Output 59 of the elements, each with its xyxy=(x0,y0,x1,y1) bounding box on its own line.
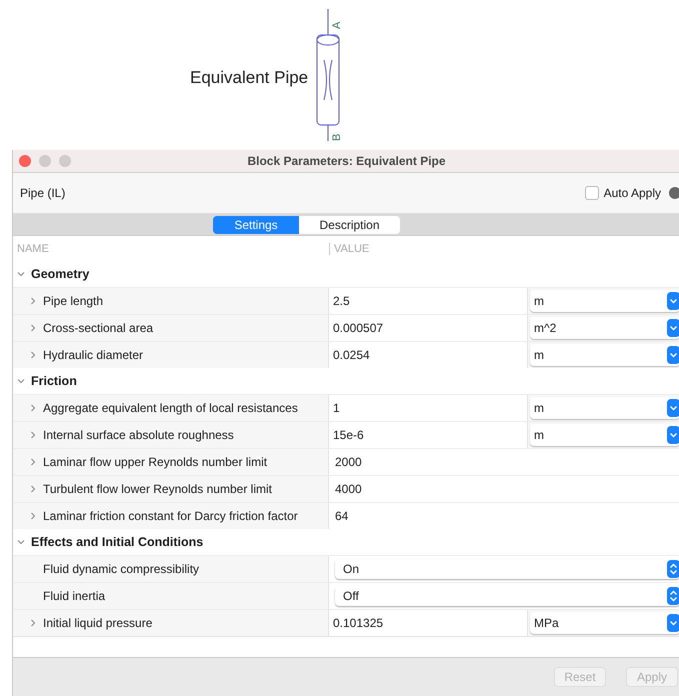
value-field[interactable]: 15e-6 xyxy=(329,422,528,448)
value-field[interactable]: 64 xyxy=(329,503,679,529)
chevron-right-icon[interactable] xyxy=(29,512,37,520)
dropdown-arrow-icon[interactable] xyxy=(667,292,679,310)
dropdown-arrow-icon[interactable] xyxy=(667,426,679,444)
chevron-right-icon[interactable] xyxy=(29,458,37,466)
parameter-name: Hydraulic diameter xyxy=(43,348,144,362)
chevron-right-icon[interactable] xyxy=(29,431,37,439)
parameter-name: Initial liquid pressure xyxy=(43,616,152,630)
tab[interactable]: Description xyxy=(299,216,400,234)
block-type-label: Pipe (IL) xyxy=(20,186,66,200)
parameter-name: Aggregate equivalent length of local resistances xyxy=(43,401,298,415)
value-field[interactable]: 2.5 xyxy=(329,288,528,314)
chevron-right-icon[interactable] xyxy=(29,324,37,332)
dropdown-arrow-icon[interactable] xyxy=(667,614,679,632)
group-title: Friction xyxy=(31,374,77,388)
dropdown-arrow-icon[interactable] xyxy=(667,346,679,364)
unit-dropdown[interactable]: m xyxy=(530,397,679,419)
unit-dropdown[interactable]: MPa xyxy=(530,612,679,634)
group-title: Geometry xyxy=(31,267,90,281)
popup-arrows-icon[interactable] xyxy=(667,560,679,578)
auto-apply-checkbox[interactable]: Auto Apply xyxy=(584,186,661,200)
chevron-right-icon[interactable] xyxy=(29,404,37,412)
parameter-name: Fluid inertia xyxy=(43,589,106,603)
close-button[interactable] xyxy=(19,155,31,167)
unit-dropdown[interactable]: m xyxy=(530,424,679,446)
parameter-name: Cross-sectional area xyxy=(43,321,154,335)
chevron-right-icon[interactable] xyxy=(29,351,37,359)
dropdown-arrow-icon[interactable] xyxy=(667,399,679,417)
parameter-name: Internal surface absolute roughness xyxy=(43,428,234,442)
column-header: NAME xyxy=(16,242,50,254)
chevron-right-icon[interactable] xyxy=(29,619,37,627)
group-title: Effects and Initial Conditions xyxy=(31,535,204,549)
chevron-down-icon[interactable] xyxy=(17,538,25,546)
value-field[interactable]: 2000 xyxy=(329,449,679,475)
value-field[interactable]: 4000 xyxy=(329,476,679,502)
block-label: Equivalent Pipe xyxy=(190,68,308,88)
window-title: Block Parameters: Equivalent Pipe xyxy=(246,154,447,168)
unit-dropdown[interactable]: m xyxy=(530,290,679,312)
value-field[interactable]: 0.101325 xyxy=(329,610,528,636)
unit-dropdown[interactable]: m xyxy=(530,344,679,366)
parameter-name: Laminar flow upper Reynolds number limit xyxy=(43,455,268,469)
tab[interactable]: Settings xyxy=(213,216,299,234)
chevron-down-icon[interactable] xyxy=(17,270,25,278)
chevron-down-icon[interactable] xyxy=(17,377,25,385)
popup-arrows-icon[interactable] xyxy=(667,587,679,605)
pipe-block-drawing[interactable]: A B xyxy=(312,5,352,145)
parameter-name: Fluid dynamic compressibility xyxy=(43,562,200,576)
value-field[interactable]: 0.0254 xyxy=(329,342,528,368)
column-header: VALUE xyxy=(329,242,370,254)
dropdown-arrow-icon[interactable] xyxy=(667,319,679,337)
parameter-name: Turbulent flow lower Reynolds number limit xyxy=(43,482,272,496)
chevron-right-icon[interactable] xyxy=(29,485,37,493)
chevron-right-icon[interactable] xyxy=(29,297,37,305)
parameter-name: Pipe length xyxy=(43,294,104,308)
parameter-name: Laminar friction constant for Darcy friction factor xyxy=(43,509,298,523)
unit-dropdown[interactable]: m^2 xyxy=(530,317,679,339)
value-field[interactable]: 1 xyxy=(329,395,528,421)
value-field[interactable]: 0.000507 xyxy=(329,315,528,341)
